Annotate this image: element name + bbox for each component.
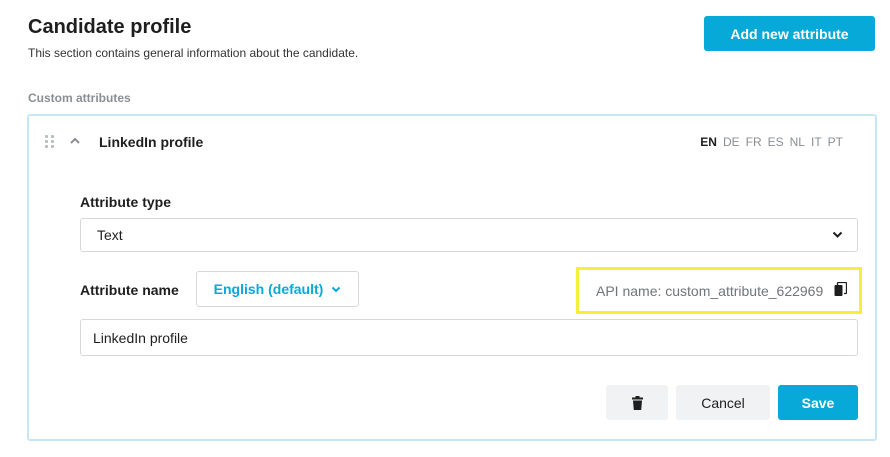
lang-tab-pt[interactable]: PT xyxy=(828,135,843,149)
api-name-text: API name: custom_attribute_622969 xyxy=(596,282,824,299)
chevron-down-icon xyxy=(332,286,341,292)
attribute-card-title: LinkedIn profile xyxy=(99,134,204,150)
attribute-card: LinkedIn profile EN DE FR ES NL IT PT At… xyxy=(27,114,877,441)
attribute-type-value: Text xyxy=(97,227,123,243)
lang-tab-de[interactable]: DE xyxy=(723,135,740,149)
page-title: Candidate profile xyxy=(28,16,192,38)
lang-tab-it[interactable]: IT xyxy=(811,135,822,149)
language-dropdown[interactable]: English (default) xyxy=(196,271,359,307)
language-tabs: EN DE FR ES NL IT PT xyxy=(700,135,843,149)
lang-tab-en[interactable]: EN xyxy=(700,135,717,149)
save-button[interactable]: Save xyxy=(778,385,858,420)
attribute-name-label: Attribute name xyxy=(80,282,179,298)
add-new-attribute-button[interactable]: Add new attribute xyxy=(704,16,875,51)
attribute-type-select[interactable]: Text xyxy=(80,218,858,252)
chevron-up-icon[interactable] xyxy=(69,136,81,146)
attribute-name-input[interactable] xyxy=(80,319,858,356)
drag-handle-icon[interactable] xyxy=(45,135,54,148)
cancel-button[interactable]: Cancel xyxy=(676,385,770,420)
lang-tab-es[interactable]: ES xyxy=(768,135,784,149)
attribute-type-label: Attribute type xyxy=(80,194,171,210)
api-name-box: API name: custom_attribute_622969 xyxy=(576,267,862,314)
language-dropdown-label: English (default) xyxy=(213,281,324,297)
delete-button[interactable] xyxy=(606,385,668,420)
chevron-down-icon xyxy=(832,231,843,238)
trash-icon xyxy=(631,395,643,410)
lang-tab-nl[interactable]: NL xyxy=(790,135,805,149)
page-subtitle: This section contains general informatio… xyxy=(28,46,359,60)
section-label: Custom attributes xyxy=(28,91,131,105)
copy-icon[interactable] xyxy=(834,282,847,297)
lang-tab-fr[interactable]: FR xyxy=(746,135,762,149)
